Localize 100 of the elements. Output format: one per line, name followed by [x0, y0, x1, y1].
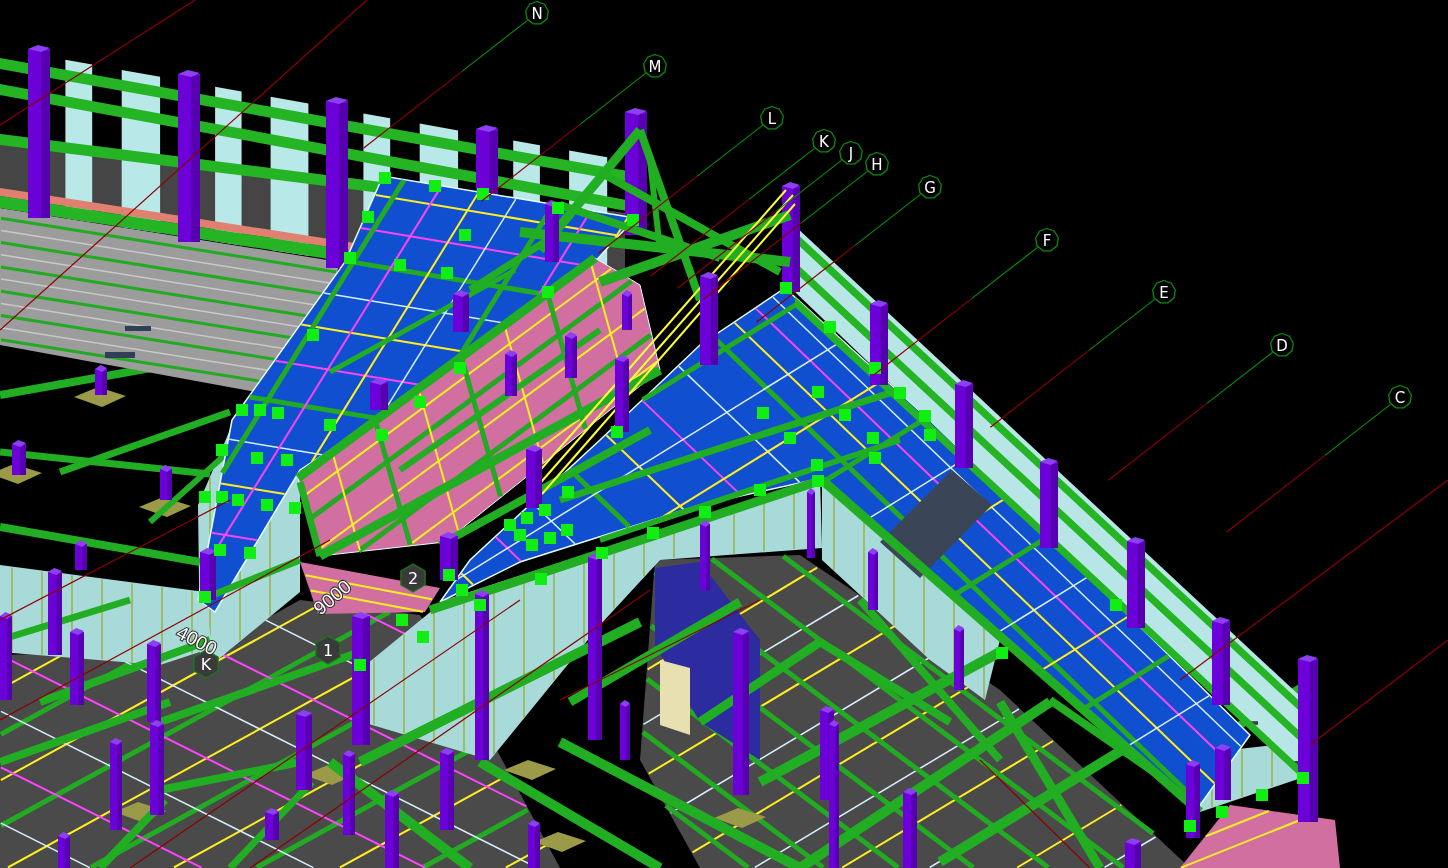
column — [160, 465, 172, 500]
column — [58, 832, 70, 868]
grid-bubble: K — [812, 128, 836, 153]
connection-node-icon — [784, 432, 796, 444]
connection-node-icon — [443, 569, 455, 581]
connection-node-icon — [812, 475, 824, 487]
connection-node-icon — [216, 444, 228, 456]
connection-node-icon — [996, 647, 1008, 659]
grid-bubble: F — [1035, 227, 1059, 252]
grid-bubble: E — [1152, 279, 1176, 304]
connection-node-icon — [216, 491, 228, 503]
connection-node-icon — [441, 267, 453, 279]
connection-node-icon — [429, 180, 441, 192]
connection-node-icon — [867, 432, 879, 444]
connection-node-icon — [414, 396, 426, 408]
column — [95, 365, 107, 395]
connection-node-icon — [232, 494, 244, 506]
connection-node-icon — [561, 524, 573, 536]
column — [265, 808, 279, 840]
connection-node-icon — [1256, 789, 1268, 801]
connection-node-icon — [869, 452, 881, 464]
column — [75, 540, 87, 570]
column — [370, 378, 388, 410]
connection-node-icon — [1184, 820, 1196, 832]
connection-node-icon — [362, 211, 374, 223]
connection-node-icon — [824, 321, 836, 333]
connection-node-icon — [521, 512, 533, 524]
connection-node-icon — [354, 659, 366, 671]
connection-node-icon — [289, 502, 301, 514]
connection-node-icon — [456, 584, 468, 596]
column — [620, 700, 630, 760]
grid-bubble: G — [918, 174, 942, 199]
connection-node-icon — [214, 544, 226, 556]
connection-node-icon — [596, 547, 608, 559]
connection-node-icon — [924, 429, 936, 441]
grid-bubble: 2 — [400, 563, 426, 593]
base-pad — [714, 808, 766, 828]
grid-bubble: M — [643, 53, 667, 78]
column — [807, 488, 815, 558]
grid-bubble: H — [865, 151, 889, 176]
connection-node-icon — [504, 519, 516, 531]
connection-node-icon — [417, 631, 429, 643]
connection-node-icon — [757, 407, 769, 419]
connection-node-icon — [919, 410, 931, 422]
connection-node-icon — [474, 599, 486, 611]
connection-node-icon — [254, 404, 266, 416]
connection-node-icon — [894, 387, 906, 399]
connection-node-icon — [535, 573, 547, 585]
connection-node-icon — [754, 484, 766, 496]
connection-node-icon — [542, 286, 554, 298]
connection-node-icon — [514, 529, 526, 541]
column — [545, 200, 559, 262]
connection-node-icon — [454, 362, 466, 374]
connection-node-icon — [251, 452, 263, 464]
column — [565, 332, 577, 378]
connection-node-icon — [272, 407, 284, 419]
column — [526, 445, 542, 508]
column — [868, 548, 878, 610]
connection-node-icon — [544, 532, 556, 544]
connection-node-icon — [1110, 599, 1122, 611]
connection-node-icon — [379, 172, 391, 184]
connection-node-icon — [477, 188, 489, 200]
grid-bubble: D — [1270, 332, 1294, 357]
column — [700, 520, 710, 590]
connection-node-icon — [780, 282, 792, 294]
connection-node-icon — [199, 491, 211, 503]
connection-node-icon — [396, 614, 408, 626]
connection-node-icon — [1297, 772, 1309, 784]
column — [12, 440, 26, 475]
grid-bubble: L — [760, 105, 784, 130]
connection-node-icon — [526, 539, 538, 551]
connection-node-icon — [611, 426, 623, 438]
grid-bubble: 1 — [315, 635, 341, 665]
connection-node-icon — [647, 527, 659, 539]
grid-bubble: J — [839, 140, 863, 165]
connection-node-icon — [1216, 806, 1228, 818]
connection-node-icon — [261, 499, 273, 511]
grid-bubble: C — [1388, 384, 1412, 409]
connection-node-icon — [811, 459, 823, 471]
column — [622, 290, 632, 330]
connection-node-icon — [869, 362, 881, 374]
column — [453, 290, 469, 332]
connection-node-icon — [244, 547, 256, 559]
column — [1215, 744, 1231, 800]
column — [528, 820, 540, 868]
connection-node-icon — [307, 329, 319, 341]
connection-node-icon — [627, 214, 639, 226]
connection-node-icon — [324, 419, 336, 431]
connection-node-icon — [281, 454, 293, 466]
connection-node-icon — [376, 429, 388, 441]
connection-node-icon — [562, 486, 574, 498]
connection-node-icon — [459, 229, 471, 241]
grid-bubble: N — [525, 0, 549, 25]
connection-node-icon — [699, 506, 711, 518]
column — [505, 350, 517, 396]
connection-node-icon — [394, 259, 406, 271]
connection-node-icon — [839, 409, 851, 421]
column — [954, 625, 964, 690]
connection-node-icon — [344, 252, 356, 264]
base-pad — [504, 760, 556, 780]
